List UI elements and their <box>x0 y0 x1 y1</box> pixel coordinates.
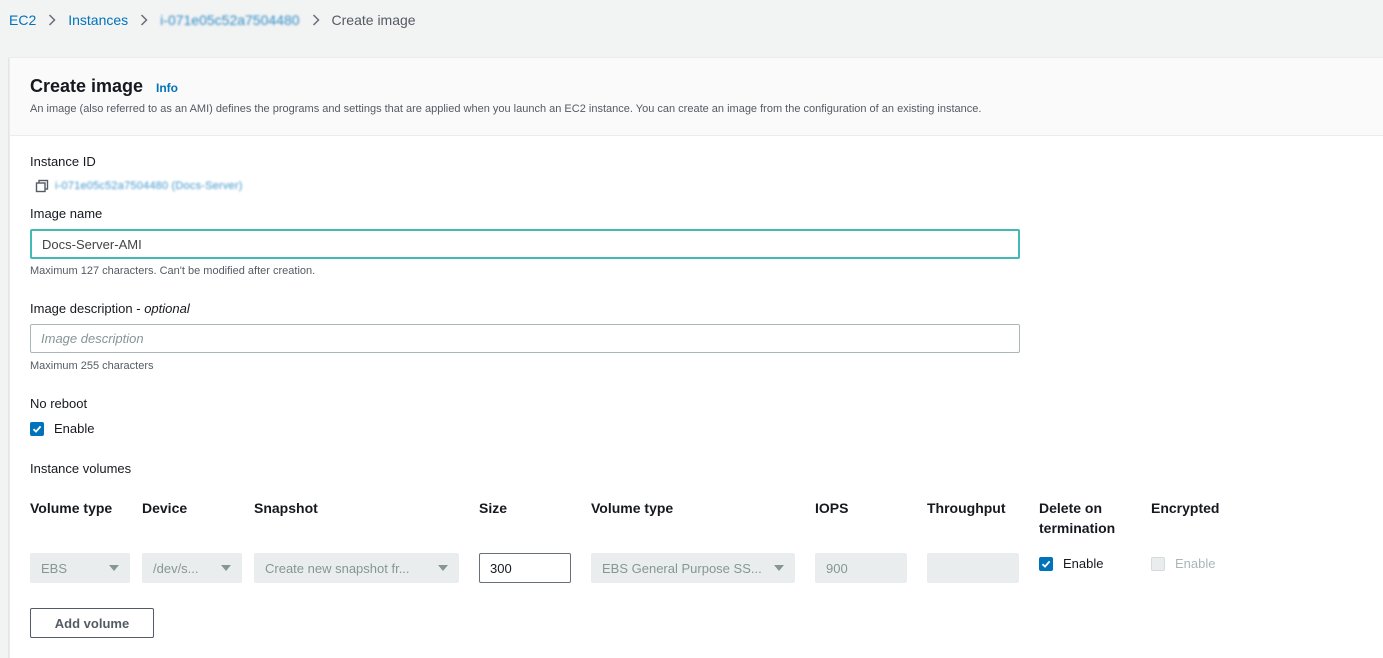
encrypted-label: Enable <box>1175 556 1216 571</box>
image-name-input[interactable] <box>30 229 1020 259</box>
page-title: Create image <box>30 76 144 96</box>
column-header-throughput: Throughput <box>927 500 1006 516</box>
breadcrumb: EC2 Instances i-071e05c52a7504480 Create… <box>9 11 416 29</box>
column-header-volume-type: Volume type <box>30 500 113 516</box>
column-header-snapshot: Snapshot <box>254 500 318 516</box>
column-header-device: Device <box>142 500 188 516</box>
chevron-right-icon <box>134 14 154 26</box>
column-header-encrypted: Encrypted <box>1151 500 1220 516</box>
instance-id-value[interactable]: i-071e05c52a7504480 (Docs-Server) <box>55 180 243 192</box>
delete-on-termination-checkbox[interactable] <box>1039 557 1053 571</box>
device-select: /dev/s... <box>142 553 242 583</box>
volume-type-select: EBS <box>30 553 130 583</box>
page-description: An image (also referred to as an AMI) de… <box>30 103 982 115</box>
image-name-hint: Maximum 127 characters. Can't be modifie… <box>30 265 316 277</box>
create-image-panel: Create image Info An image (also referre… <box>9 57 1383 658</box>
device-value: /dev/s... <box>153 560 199 576</box>
instance-id-row: i-071e05c52a7504480 (Docs-Server) <box>35 179 243 193</box>
image-description-label: Image description - optional <box>30 301 190 316</box>
checkmark-icon <box>1041 560 1051 568</box>
info-link[interactable]: Info <box>156 81 178 95</box>
column-header-size: Size <box>479 500 508 516</box>
instance-volumes-label: Instance volumes <box>30 461 132 476</box>
snapshot-select: Create new snapshot fr... <box>254 553 459 583</box>
checkmark-icon <box>32 425 42 433</box>
no-reboot-label: No reboot <box>30 396 88 411</box>
chevron-right-icon <box>306 14 326 26</box>
breadcrumb-ec2-link[interactable]: EC2 <box>9 12 36 28</box>
panel-header: Create image Info An image (also referre… <box>10 58 1383 136</box>
caret-down-icon <box>438 565 448 571</box>
column-header-delete-line2: termination <box>1039 520 1116 536</box>
delete-on-termination-label[interactable]: Enable <box>1063 556 1103 571</box>
column-header-delete-on-termination: Delete on termination <box>1039 498 1115 538</box>
ebs-volume-type-value: EBS General Purpose SS... <box>602 560 762 576</box>
image-description-hint: Maximum 255 characters <box>30 360 154 372</box>
iops-field: 900 <box>815 553 907 583</box>
column-header-ebs-volume-type: Volume type <box>591 500 674 516</box>
instance-id-label: Instance ID <box>30 154 96 169</box>
caret-down-icon <box>109 565 119 571</box>
snapshot-value: Create new snapshot fr... <box>265 560 410 576</box>
column-header-delete-line1: Delete on <box>1039 500 1103 516</box>
label-separator: - <box>132 301 145 316</box>
no-reboot-checkbox-label[interactable]: Enable <box>54 421 94 436</box>
breadcrumb-instance-id-link[interactable]: i-071e05c52a7504480 <box>160 12 299 28</box>
breadcrumb-current: Create image <box>331 12 416 28</box>
optional-tag: optional <box>144 301 190 316</box>
add-volume-button[interactable]: Add volume <box>30 608 154 638</box>
breadcrumb-instances-link[interactable]: Instances <box>68 12 128 28</box>
copy-icon[interactable] <box>35 179 49 193</box>
caret-down-icon <box>774 565 784 571</box>
image-description-label-text: Image description <box>30 301 133 316</box>
chevron-right-icon <box>42 14 62 26</box>
ebs-volume-type-select: EBS General Purpose SS... <box>591 553 795 583</box>
image-description-input[interactable] <box>30 324 1020 353</box>
encrypted-checkbox <box>1151 557 1165 571</box>
throughput-field <box>927 553 1019 583</box>
volume-type-value: EBS <box>41 560 68 576</box>
size-input[interactable] <box>479 553 571 583</box>
caret-down-icon <box>221 565 231 571</box>
column-header-iops: IOPS <box>815 500 849 516</box>
no-reboot-checkbox[interactable] <box>30 422 44 436</box>
image-name-label: Image name <box>30 206 103 221</box>
